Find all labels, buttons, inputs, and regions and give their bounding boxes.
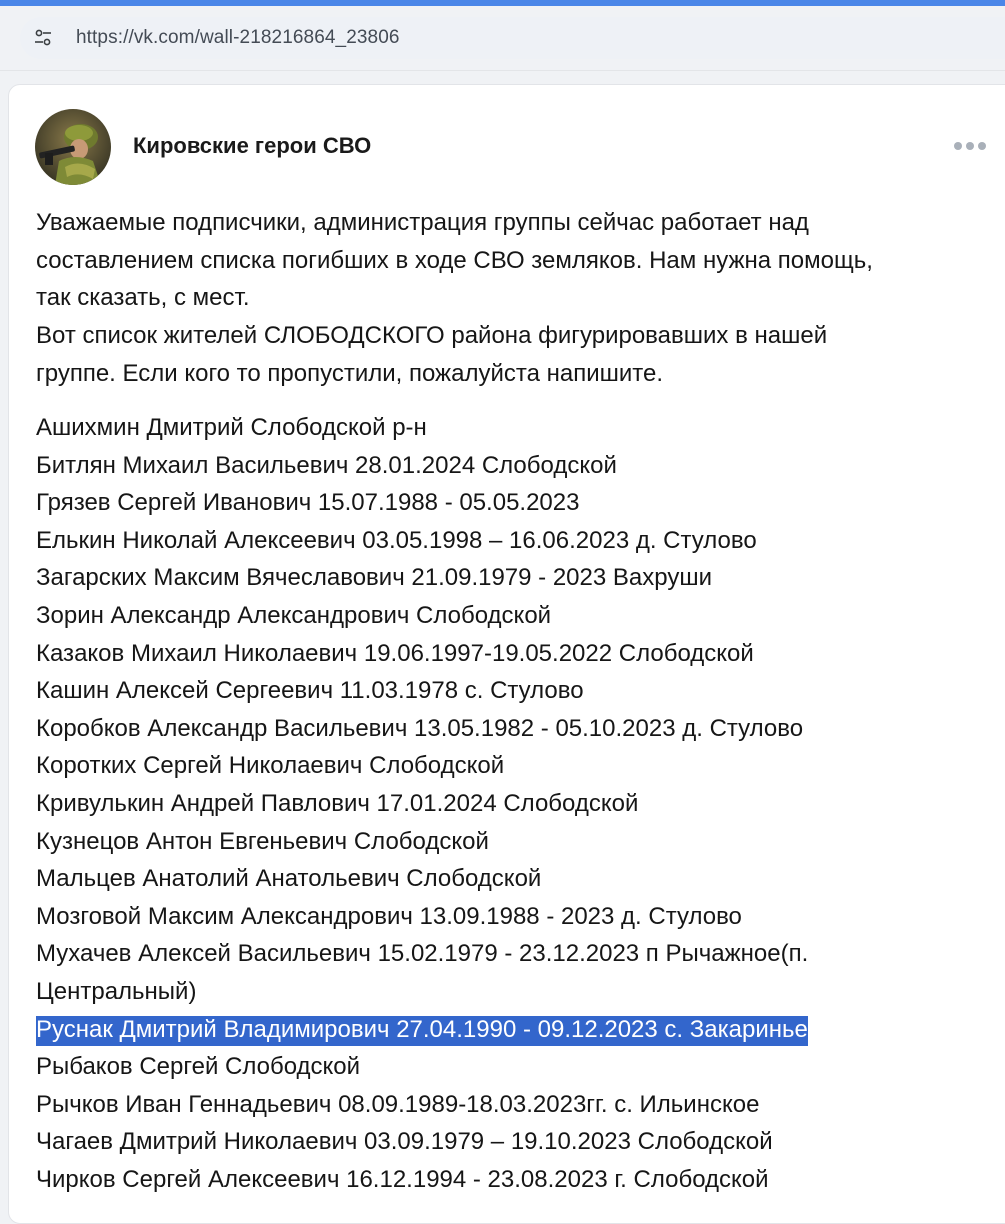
list-item: Кривулькин Андрей Павлович 17.01.2024 Сл… — [36, 789, 639, 817]
list-item: Елькин Николай Алексеевич 03.05.1998 – 1… — [36, 526, 757, 554]
list-item: Казаков Михаил Николаевич 19.06.1997-19.… — [36, 639, 754, 667]
intro-line: Вот список жителей СЛОБОДСКОГО района фи… — [36, 322, 828, 350]
browser-top-accent — [0, 0, 1005, 6]
list-item: Рычков Иван Геннадьевич 08.09.1989-18.03… — [36, 1090, 760, 1118]
list-item: Коробков Александр Васильевич 13.05.1982… — [36, 714, 804, 742]
list-item: Коротких Сергей Николаевич Слободской — [36, 752, 505, 780]
list-item: Кашин Алексей Сергеевич 11.03.1978 с. Ст… — [36, 677, 584, 705]
url-text[interactable]: https://vk.com/wall-218216864_23806 — [76, 27, 400, 49]
more-horizontal-icon[interactable] — [950, 138, 990, 154]
names-list: Ашихмин Дмитрий Слободской р-н Битлян Ми… — [36, 409, 986, 1198]
list-item: Зорин Александр Александрович Слободской — [36, 601, 552, 629]
tune-icon[interactable] — [33, 28, 53, 48]
intro-line: Уважаемые подписчики, администрация груп… — [36, 209, 809, 236]
toolbar-divider — [0, 70, 1005, 71]
post-intro: Уважаемые подписчики, администрация груп… — [36, 204, 976, 393]
list-item-selected: Руснак Дмитрий Владимирович 27.04.1990 -… — [36, 1011, 986, 1049]
list-item: Чагаев Дмитрий Николаевич 03.09.1979 – 1… — [36, 1128, 773, 1156]
list-item: Мозговой Максим Александрович 13.09.1988… — [36, 902, 742, 930]
selected-text[interactable]: Руснак Дмитрий Владимирович 27.04.1990 -… — [36, 1015, 808, 1046]
list-item: Загарских Максим Вячеславович 21.09.1979… — [36, 564, 712, 592]
list-item: Чирков Сергей Алексеевич 16.12.1994 - 23… — [36, 1165, 769, 1193]
list-item: Грязев Сергей Иванович 15.07.1988 - 05.0… — [36, 489, 580, 517]
list-item: Рыбаков Сергей Слободской — [36, 1053, 361, 1081]
intro-line: так сказать, с мест. — [36, 284, 250, 312]
list-item: Битлян Михаил Васильевич 28.01.2024 Слоб… — [36, 451, 617, 479]
intro-line: составлением списка погибших в ходе СВО … — [36, 246, 873, 274]
intro-line: группе. Если кого то пропустили, пожалуй… — [36, 359, 664, 387]
list-item: Кузнецов Антон Евгеньевич Слободской — [36, 827, 489, 855]
address-bar[interactable]: https://vk.com/wall-218216864_23806 — [20, 17, 1005, 59]
group-avatar[interactable] — [35, 109, 111, 185]
group-name-link[interactable]: Кировские герои СВО — [133, 133, 371, 159]
list-item: Ашихмин Дмитрий Слободской р-н — [36, 414, 427, 441]
list-item: Мухачев Алексей Васильевич 15.02.1979 - … — [36, 940, 809, 1005]
list-item: Мальцев Анатолий Анатольевич Слободской — [36, 865, 542, 893]
